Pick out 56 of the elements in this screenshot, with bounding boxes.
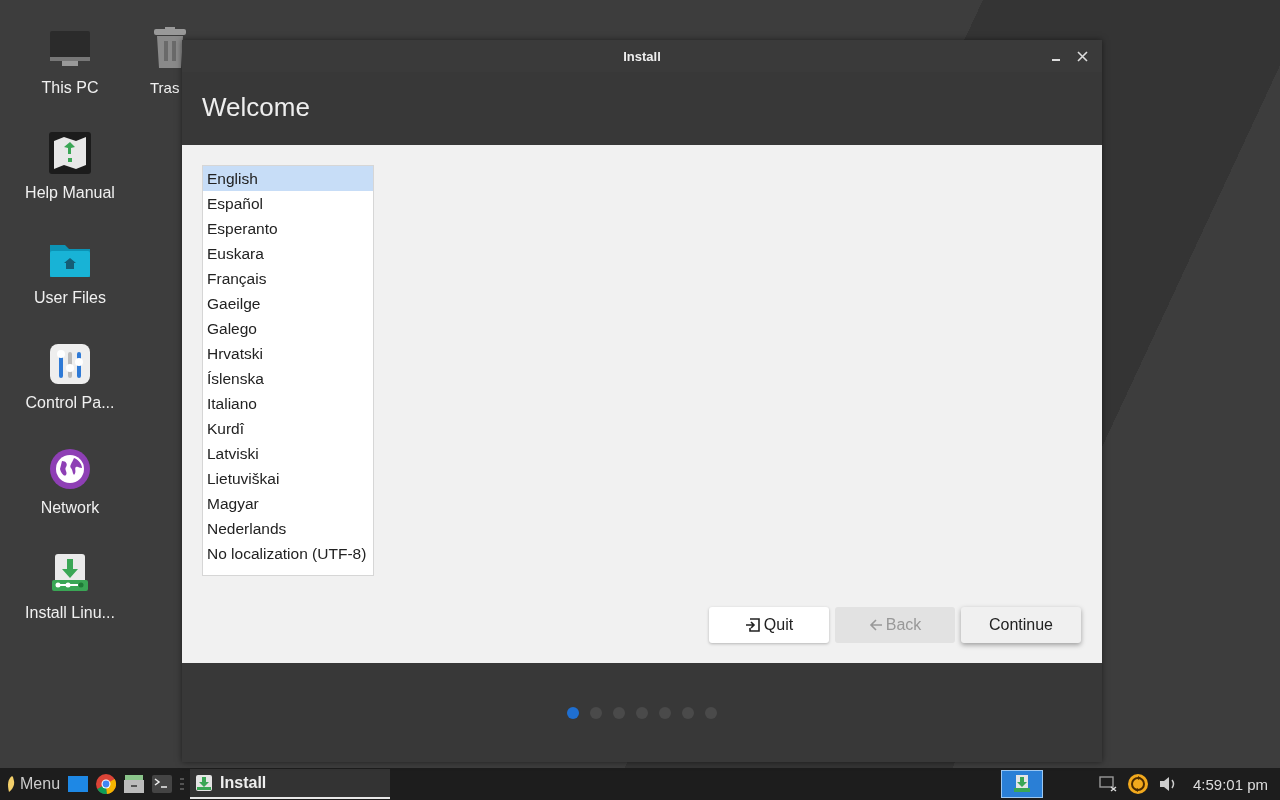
language-item[interactable]: Hrvatski	[203, 341, 373, 366]
desktop-icon-label: Help Manual	[25, 184, 115, 202]
task-button[interactable]: Install	[190, 769, 391, 799]
exit-icon	[744, 617, 761, 633]
language-item[interactable]: Español	[203, 191, 373, 216]
language-item[interactable]: Lietuviškai	[203, 466, 373, 491]
sync-icon[interactable]	[1126, 773, 1149, 795]
language-item[interactable]: No localization (UTF-8)	[203, 541, 373, 566]
menu-button[interactable]: Menu	[0, 768, 65, 800]
language-item[interactable]: Italiano	[203, 391, 373, 416]
leaf-icon	[6, 775, 16, 793]
language-item[interactable]: Kurdî	[203, 416, 373, 441]
quit-button[interactable]: Quit	[709, 607, 829, 643]
trash-icon	[152, 27, 188, 69]
installer-icon	[50, 554, 90, 594]
screen-icon[interactable]	[1098, 776, 1117, 792]
arrow-left-icon	[868, 618, 883, 632]
language-item[interactable]: Magyar	[203, 491, 373, 516]
window-title: Install	[623, 48, 661, 64]
language-item[interactable]: Nederlands	[203, 516, 373, 541]
desktop-icon-label: Install Linu...	[25, 604, 115, 622]
language-item[interactable]: Esperanto	[203, 216, 373, 241]
clock: 4:59:01 pm	[1192, 775, 1268, 793]
map-icon	[49, 132, 91, 174]
installer-icon	[196, 775, 213, 791]
language-item[interactable]: English	[203, 166, 373, 191]
language-item[interactable]: Gaeilge	[203, 291, 373, 316]
desktop-icon-label: Network	[40, 499, 100, 517]
language-item[interactable]: Íslenska	[203, 366, 373, 391]
terminal-icon[interactable]	[152, 775, 173, 793]
language-item[interactable]: Latviski	[203, 441, 373, 466]
language-item[interactable]: Euskara	[203, 241, 373, 266]
monitor-icon	[48, 29, 92, 69]
desktop-icon-label: Tras	[150, 79, 180, 96]
language-item[interactable]: Galego	[203, 316, 373, 341]
desktop-icon[interactable]	[50, 552, 90, 594]
desktop-icon[interactable]	[50, 447, 90, 489]
sliders-icon	[50, 344, 90, 384]
desktop-icon-label: This PC	[41, 79, 99, 97]
installer-icon	[1013, 775, 1030, 793]
file-cabinet-icon[interactable]	[124, 775, 145, 793]
language-item[interactable]: Français	[203, 266, 373, 291]
language-list[interactable]: English Español Esperanto Euskara Français Gaeilge Galego Hrvatski Íslenska Italiano Kurdî Latviski Lietuviškai Magyar Nederlands No localization (UTF-8)	[202, 165, 374, 576]
page-heading: Welcome	[202, 92, 310, 123]
grip-icon	[180, 778, 185, 790]
minimize-icon	[1051, 59, 1061, 61]
desktop-icon[interactable]	[50, 342, 90, 384]
browser-icon[interactable]	[96, 774, 117, 794]
globe-icon	[50, 449, 90, 489]
volume-icon[interactable]	[1158, 776, 1177, 792]
desktop-icon-label: Control Pa...	[25, 394, 115, 412]
workspace-button[interactable]	[1000, 770, 1043, 798]
continue-button[interactable]: Continue	[961, 607, 1081, 643]
desktop-icon-label: User Files	[34, 289, 106, 307]
desktop-icon[interactable]	[49, 132, 91, 174]
close-icon	[1076, 50, 1088, 62]
